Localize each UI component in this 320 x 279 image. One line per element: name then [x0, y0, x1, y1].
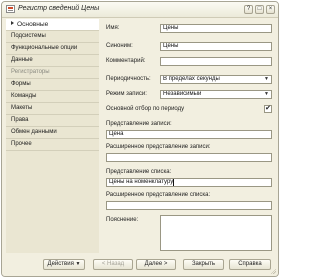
dropdown-arrow-icon[interactable]: ▼	[263, 92, 270, 97]
close-icon[interactable]: ×	[266, 5, 275, 14]
checkmark-icon: ✔	[265, 105, 271, 112]
sidebar-item-subsystems[interactable]: Подсистемы	[6, 31, 99, 43]
explanation-label: Пояснение:	[106, 217, 139, 223]
list-presentation-field[interactable]: Цены на номенклатуру	[106, 178, 272, 187]
periodicity-value: В пределах секунды	[163, 76, 220, 82]
title-bar[interactable]: Регистр сведений Цены ? □ ×	[2, 2, 278, 18]
text-caret	[173, 179, 175, 186]
main-filter-label: Основной отбор по периоду	[106, 106, 185, 112]
comment-field[interactable]	[160, 57, 272, 66]
sidebar-item-commands[interactable]: Команды	[6, 91, 99, 103]
record-presentation-field[interactable]: Цена	[106, 130, 272, 139]
write-mode-select[interactable]: Независимый ▼	[160, 90, 272, 99]
resize-grip-icon[interactable]	[270, 268, 276, 274]
help-button[interactable]: Справка	[229, 259, 271, 270]
extended-list-presentation-field[interactable]	[106, 201, 272, 210]
name-label: Имя:	[106, 25, 120, 31]
main-filter-checkbox[interactable]: ✔	[264, 105, 272, 113]
sidebar-item-templates[interactable]: Макеты	[6, 103, 99, 115]
dropdown-arrow-icon[interactable]: ▼	[263, 77, 270, 82]
periodicity-label: Периодичность:	[106, 76, 151, 82]
periodicity-select[interactable]: В пределах секунды ▼	[160, 75, 272, 84]
sidebar-item-functional-options[interactable]: Функциональные опции	[6, 43, 99, 55]
sidebar-item-rights[interactable]: Права	[6, 115, 99, 127]
sidebar-item-label: Основные	[17, 21, 49, 28]
close-button[interactable]: Закрыть	[183, 259, 224, 270]
extended-list-presentation-label: Расширенное представление списка:	[106, 192, 211, 198]
write-mode-label: Режим записи:	[106, 91, 147, 97]
comment-label: Комментарий:	[106, 58, 146, 64]
actions-button-label: Действия	[47, 261, 74, 267]
sidebar-item-main[interactable]: Основные	[6, 19, 99, 31]
sidebar: Основные Подсистемы Функциональные опции…	[6, 19, 99, 255]
arrow-right-icon	[11, 21, 14, 26]
write-mode-value: Независимый	[163, 91, 202, 97]
chevron-down-icon: ▼	[75, 261, 81, 267]
sidebar-item-forms[interactable]: Формы	[6, 79, 99, 91]
register-icon	[6, 5, 15, 13]
sidebar-item-data-exchange[interactable]: Обмен данными	[6, 127, 99, 139]
name-field[interactable]: Цены	[160, 24, 272, 33]
actions-button[interactable]: Действия ▼	[43, 259, 85, 270]
synonym-field[interactable]: Цены	[160, 42, 272, 51]
dialog-window: Регистр сведений Цены ? □ × Основные Под…	[1, 1, 279, 277]
window-title: Регистр сведений Цены	[18, 5, 100, 12]
back-button[interactable]: < Назад	[93, 259, 133, 270]
button-bar: Действия ▼ < Назад Далее > Закрыть Справ…	[2, 253, 278, 276]
properties-panel: Имя: Цены Синоним: Цены Комментарий: Пер…	[100, 19, 278, 255]
restore-icon[interactable]: □	[255, 5, 264, 14]
help-icon[interactable]: ?	[244, 5, 253, 14]
explanation-textarea[interactable]	[160, 215, 272, 251]
sidebar-item-other[interactable]: Прочее	[6, 139, 99, 151]
record-presentation-label: Представление записи:	[106, 121, 172, 127]
synonym-label: Синоним:	[106, 43, 133, 49]
sidebar-item-registrars[interactable]: Регистраторы	[6, 67, 99, 79]
list-presentation-value: Цены на номенклатуру	[109, 179, 174, 185]
list-presentation-label: Представление списка:	[106, 169, 172, 175]
extended-record-presentation-field[interactable]	[106, 153, 272, 162]
next-button[interactable]: Далее >	[136, 259, 176, 270]
sidebar-item-data[interactable]: Данные	[6, 55, 99, 67]
extended-record-presentation-label: Расширенное представление записи:	[106, 144, 211, 150]
